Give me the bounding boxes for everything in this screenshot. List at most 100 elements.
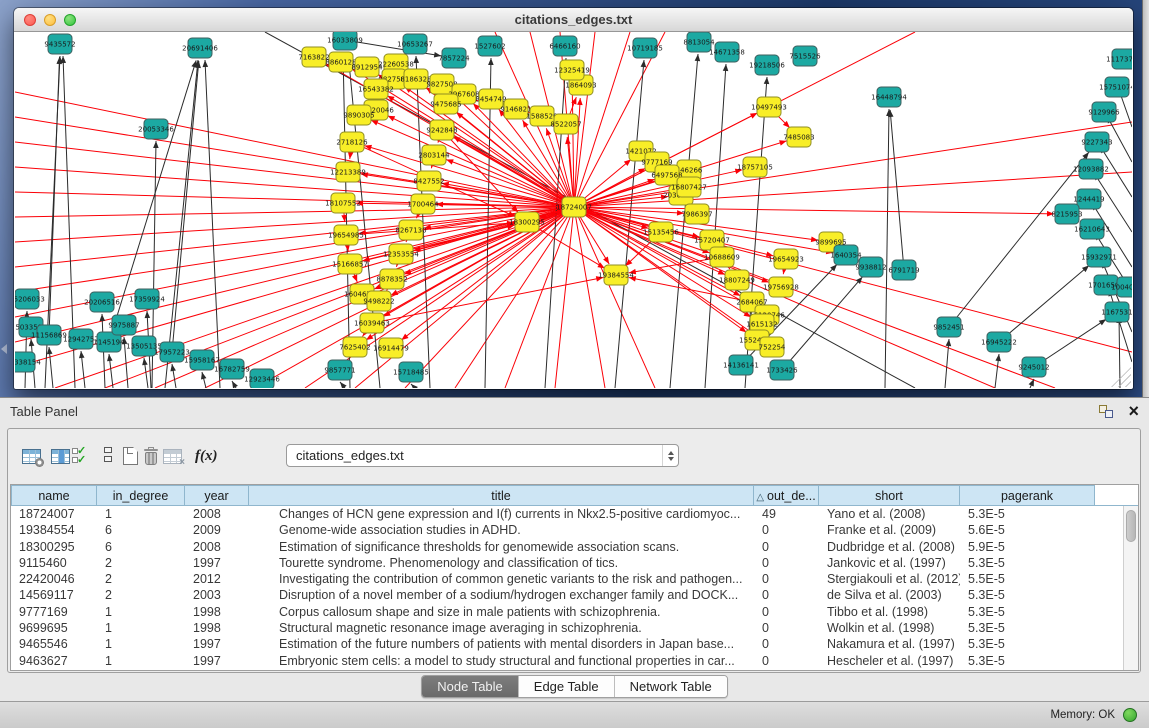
network-node-6466160[interactable]: 6466160 <box>549 36 580 56</box>
table-cell[interactable]: 5.6E-5 <box>960 522 1095 538</box>
network-node-19338154[interactable]: 19338154 <box>15 352 41 372</box>
table-cell[interactable]: Tourette syndrome. Phenomenology and cla… <box>249 555 754 571</box>
network-node-9498222[interactable]: 9498222 <box>363 291 394 311</box>
table-cell[interactable]: de Silva et al. (2003) <box>819 587 960 603</box>
network-node-16210643[interactable]: 16210643 <box>1074 219 1110 239</box>
column-header-title[interactable]: title <box>249 485 754 505</box>
table-cell[interactable]: 5.9E-5 <box>960 539 1095 555</box>
network-node-10653267[interactable]: 10653267 <box>397 34 433 54</box>
network-node-12093882[interactable]: 12093882 <box>1073 159 1109 179</box>
network-node-10719185[interactable]: 10719185 <box>627 38 663 58</box>
column-header-name[interactable]: name <box>11 485 97 505</box>
network-node-9227343[interactable]: 9227343 <box>1081 132 1112 152</box>
table-cell[interactable]: 2 <box>97 571 185 587</box>
network-node-15718485[interactable]: 15718485 <box>393 362 429 382</box>
table-cell[interactable]: Estimation of significance thresholds fo… <box>249 539 754 555</box>
network-node-9435572[interactable]: 9435572 <box>44 34 75 54</box>
table-row[interactable]: 1872400712008Changes of HCN gene express… <box>11 506 1138 522</box>
network-node-7857224[interactable]: 7857224 <box>438 48 470 68</box>
table-cell[interactable]: 1 <box>97 506 185 522</box>
table-cell[interactable]: Wolkin et al. (1998) <box>819 620 960 636</box>
table-cell[interactable]: 5.3E-5 <box>960 604 1095 620</box>
table-cell[interactable]: 14569117 <box>11 587 97 603</box>
table-cell[interactable]: Investigating the contribution of common… <box>249 571 754 587</box>
table-cell[interactable]: 0 <box>754 555 819 571</box>
table-cell[interactable]: 0 <box>754 587 819 603</box>
close-window-button[interactable] <box>24 14 36 26</box>
network-node-8878352[interactable]: 8878352 <box>376 269 407 289</box>
unselect-columns-icon[interactable] <box>103 443 113 469</box>
table-settings-icon[interactable] <box>22 443 41 469</box>
network-node-9857771[interactable]: 9857771 <box>324 360 355 380</box>
network-node-7986397[interactable]: 7986397 <box>681 204 712 224</box>
table-cell[interactable]: 6 <box>97 522 185 538</box>
table-row[interactable]: 946362711997Embryonic stem cells: a mode… <box>11 653 1138 669</box>
network-window[interactable]: citations_edges.txt 18724007716382288601… <box>14 8 1133 389</box>
network-node-16033809[interactable]: 16033809 <box>327 32 363 50</box>
table-cell[interactable]: 2003 <box>185 587 249 603</box>
network-node-19654923[interactable]: 19654923 <box>768 249 804 269</box>
network-node-9852451[interactable]: 9852451 <box>933 317 964 337</box>
network-node-2803144[interactable]: 2803144 <box>418 145 450 165</box>
table-cell[interactable]: Embryonic stem cells: a model to study s… <box>249 653 754 669</box>
zoom-window-button[interactable] <box>64 14 76 26</box>
network-node-6791719[interactable]: 6791719 <box>888 260 919 280</box>
table-cell[interactable]: 9463627 <box>11 653 97 669</box>
tab-edge-table[interactable]: Edge Table <box>518 676 614 697</box>
panel-collapse-arrow[interactable] <box>1 344 7 354</box>
table-cell[interactable]: 5.3E-5 <box>960 506 1095 522</box>
network-node-20691406[interactable]: 20691406 <box>182 38 218 58</box>
table-cell[interactable]: Structural magnetic resonance image aver… <box>249 620 754 636</box>
table-cell[interactable]: 1997 <box>185 555 249 571</box>
table-cell[interactable]: 0 <box>754 522 819 538</box>
network-node-12353554[interactable]: 12353554 <box>383 244 419 264</box>
network-node-7515526[interactable]: 7515526 <box>789 46 821 66</box>
citation-network-graph[interactable]: 1872400771638228860128891295422260538982… <box>15 32 1132 388</box>
table-cell[interactable]: 2008 <box>185 539 249 555</box>
network-node-9938812[interactable]: 9938812 <box>855 257 886 277</box>
table-cell[interactable]: Tibbo et al. (1998) <box>819 604 960 620</box>
table-cell[interactable]: 0 <box>754 539 819 555</box>
table-cell[interactable]: 5.3E-5 <box>960 587 1095 603</box>
network-node-2718126[interactable]: 2718126 <box>336 132 368 152</box>
network-node-1167531[interactable]: 1167531 <box>1101 302 1132 322</box>
table-cell[interactable]: 0 <box>754 571 819 587</box>
table-cell[interactable]: Dudbridge et al. (2008) <box>819 539 960 555</box>
dropdown-stepper-icon[interactable] <box>662 445 678 466</box>
table-cell[interactable]: 1998 <box>185 620 249 636</box>
table-row[interactable]: 1938455462009Genome-wide association stu… <box>11 522 1138 538</box>
network-node-15166857[interactable]: 15166857 <box>332 254 368 274</box>
network-node-9890305[interactable]: 9890305 <box>343 105 374 125</box>
table-cell[interactable]: 1 <box>97 620 185 636</box>
table-cell[interactable]: 9115460 <box>11 555 97 571</box>
network-node-7625402[interactable]: 7625402 <box>339 337 370 357</box>
window-titlebar[interactable]: citations_edges.txt <box>14 8 1133 32</box>
network-node-20206516[interactable]: 20206516 <box>84 292 120 312</box>
table-cell[interactable]: 1 <box>97 636 185 652</box>
table-cell[interactable]: 9699695 <box>11 620 97 636</box>
scrollbar-thumb[interactable] <box>1126 510 1136 542</box>
network-node-9242848[interactable]: 9242848 <box>426 120 457 140</box>
table-cell[interactable]: Franke et al. (2009) <box>819 522 960 538</box>
network-node-9975887[interactable]: 9975887 <box>108 315 139 335</box>
table-cell[interactable]: 2009 <box>185 522 249 538</box>
table-cell[interactable]: 22420046 <box>11 571 97 587</box>
network-node-8267130[interactable]: 8267130 <box>395 220 426 240</box>
column-header-pagerank[interactable]: pagerank <box>960 485 1095 505</box>
table-cell[interactable]: 2 <box>97 555 185 571</box>
table-cell[interactable]: 18300295 <box>11 539 97 555</box>
network-node-19218506[interactable]: 19218506 <box>749 55 785 75</box>
column-header-in_degree[interactable]: in_degree <box>97 485 185 505</box>
table-cell[interactable]: Changes of HCN gene expression and I(f) … <box>249 506 754 522</box>
table-cell[interactable]: 5.3E-5 <box>960 636 1095 652</box>
network-node-8522057[interactable]: 8522057 <box>550 114 581 134</box>
table-cell[interactable]: 1997 <box>185 636 249 652</box>
table-cell[interactable]: Genome-wide association studies in ADHD. <box>249 522 754 538</box>
network-node-752254[interactable]: 752254 <box>759 337 786 357</box>
table-row[interactable]: 2242004622012Investigating the contribut… <box>11 571 1138 587</box>
table-cell[interactable]: 0 <box>754 653 819 669</box>
table-row[interactable]: 977716911998Corpus callosum shape and si… <box>11 604 1138 620</box>
table-row[interactable]: 946554611997Estimation of the future num… <box>11 636 1138 652</box>
table-cell[interactable]: Disruption of a novel member of a sodium… <box>249 587 754 603</box>
table-selector-dropdown[interactable]: citations_edges.txt <box>286 444 679 467</box>
